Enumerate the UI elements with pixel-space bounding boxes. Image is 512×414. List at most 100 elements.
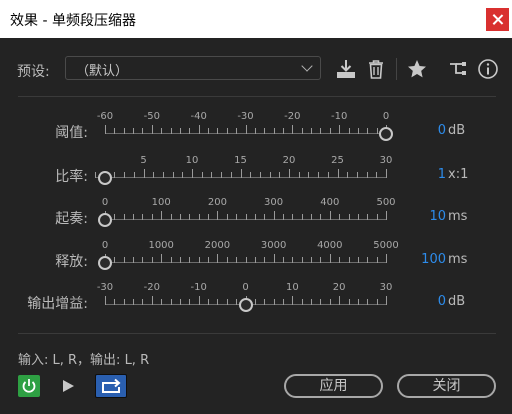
slider-tick-label: 10: [285, 282, 299, 293]
slider-minor-tick: [264, 128, 266, 134]
close-window-button[interactable]: [486, 8, 509, 31]
slider-tick-label: 1000: [148, 240, 174, 251]
slider-minor-tick: [347, 172, 349, 178]
slider-minor-tick: [264, 299, 266, 305]
release-unit: ms: [448, 252, 468, 267]
slider-tick-label: 25: [331, 155, 344, 166]
slider-tick-label: -50: [143, 111, 160, 122]
slider-minor-tick: [376, 172, 378, 178]
output-gain-label: 输出增益:: [27, 296, 88, 312]
routing-icon[interactable]: [447, 58, 469, 80]
release-slider[interactable]: 0 1000 2000 3000 4000 5000: [98, 240, 399, 280]
slider-minor-tick: [133, 214, 135, 220]
slider-major-tick: [105, 125, 106, 134]
threshold-value[interactable]: 0: [438, 123, 446, 138]
slider-minor-tick: [133, 128, 135, 134]
slider-tick-label: -10: [190, 282, 207, 293]
slider-row-ratio: 比率: 5 10 15 20 25 30 1 x:1: [0, 155, 512, 195]
preset-value: （默认）: [76, 64, 129, 79]
slider-minor-tick: [172, 172, 174, 178]
preset-dropdown[interactable]: （默认）: [65, 56, 321, 80]
slider-tick-label: 15: [234, 155, 247, 166]
power-toggle-button[interactable]: [18, 375, 40, 397]
slider-minor-tick: [376, 257, 378, 263]
slider-minor-tick: [133, 172, 135, 178]
slider-major-tick: [217, 254, 219, 263]
slider-minor-tick: [142, 257, 144, 263]
threshold-slider[interactable]: -60 -50 -40 -30 -20 -10 0: [97, 111, 393, 151]
slider-major-tick: [329, 254, 331, 263]
star-icon[interactable]: [406, 58, 428, 80]
info-icon[interactable]: [477, 58, 499, 80]
slider-minor-tick: [250, 172, 252, 178]
slider-minor-tick: [273, 128, 275, 134]
slider-minor-tick: [339, 257, 341, 263]
close-button[interactable]: 关闭: [397, 374, 496, 398]
slider-tick-label: 100: [151, 197, 171, 208]
slider-row-output-gain: 输出增益: -30 -20 -10 0 10 20 30 0 dB: [0, 282, 512, 322]
slider-tick-label: -30: [237, 111, 254, 122]
slider-thumb[interactable]: [238, 298, 253, 312]
slider-minor-tick: [208, 128, 210, 134]
slider-minor-tick: [208, 299, 210, 305]
attack-value[interactable]: 10: [429, 209, 446, 224]
slider-minor-tick: [182, 172, 184, 178]
slider-minor-tick: [170, 128, 172, 134]
slider-thumb[interactable]: [98, 256, 112, 270]
slider-major-tick: [143, 169, 145, 178]
slider-tick-label: -30: [96, 282, 114, 293]
slider-major-tick: [105, 296, 106, 305]
slider-minor-tick: [301, 299, 303, 305]
play-button[interactable]: [59, 377, 77, 395]
slider-major-tick: [386, 211, 387, 220]
trash-icon[interactable]: [365, 58, 387, 80]
slider-minor-tick: [301, 214, 303, 220]
attack-slider[interactable]: 0 100 200 300 400 500: [98, 197, 396, 237]
slider-major-tick: [339, 125, 341, 134]
slider-major-tick: [198, 296, 200, 305]
output-gain-value[interactable]: 0: [438, 294, 446, 309]
slider-tick-label: 300: [264, 197, 284, 208]
slider-minor-tick: [367, 299, 369, 305]
toolbar-divider: [396, 58, 397, 80]
loop-toggle-button[interactable]: [95, 374, 127, 398]
slider-minor-tick: [114, 214, 116, 220]
slider-minor-tick: [151, 257, 153, 263]
slider-major-tick: [386, 169, 387, 178]
slider-minor-tick: [123, 128, 125, 134]
slider-minor-tick: [142, 214, 144, 220]
slider-minor-tick: [142, 128, 144, 134]
release-value[interactable]: 100: [421, 252, 446, 267]
slider-major-tick: [151, 296, 153, 305]
slider-thumb[interactable]: [379, 127, 393, 141]
download-icon[interactable]: [335, 58, 357, 80]
slider-thumb[interactable]: [97, 171, 112, 185]
io-channels-text: 输入: L, R，输出: L, R: [18, 353, 150, 368]
apply-button[interactable]: 应用: [284, 374, 383, 398]
slider-major-tick: [217, 211, 219, 220]
slider-minor-tick: [208, 214, 210, 220]
ratio-value[interactable]: 1: [438, 167, 446, 182]
slider-minor-tick: [211, 172, 213, 178]
slider-minor-tick: [357, 214, 359, 220]
slider-minor-tick: [259, 172, 261, 178]
slider-minor-tick: [254, 299, 256, 305]
ratio-slider[interactable]: 5 10 15 20 25 30: [95, 155, 392, 195]
slider-minor-tick: [179, 257, 181, 263]
slider-minor-tick: [339, 214, 341, 220]
slider-minor-tick: [320, 299, 322, 305]
slider-minor-tick: [153, 172, 155, 178]
slider-minor-tick: [162, 172, 164, 178]
slider-major-tick: [198, 125, 200, 134]
slider-tick-label: 200: [207, 197, 227, 208]
slider-thumb[interactable]: [98, 213, 112, 227]
slider-minor-tick: [114, 128, 116, 134]
slider-minor-tick: [124, 172, 126, 178]
slider-minor-tick: [311, 257, 313, 263]
slider-minor-tick: [123, 214, 125, 220]
slider-major-tick: [245, 125, 247, 134]
slider-minor-tick: [376, 299, 378, 305]
slider-minor-tick: [226, 299, 228, 305]
play-icon: [63, 380, 74, 392]
output-gain-slider[interactable]: -30 -20 -10 0 10 20 30: [97, 282, 392, 322]
